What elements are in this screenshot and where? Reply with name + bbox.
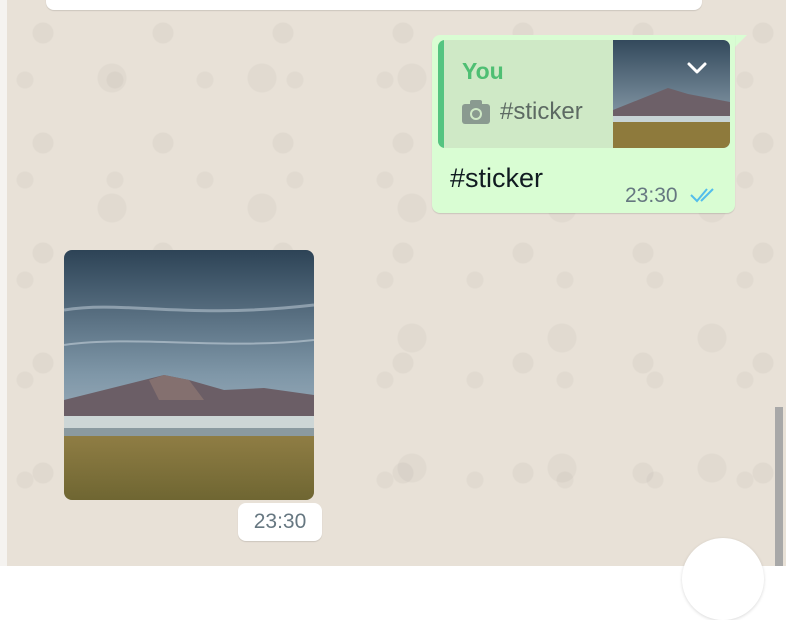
message-time: 23:30 (625, 184, 678, 207)
quote-image-thumbnail[interactable] (613, 40, 730, 148)
previous-message-bubble[interactable] (46, 0, 702, 10)
quote-author: You (462, 58, 504, 84)
sticker-time: 23:30 (238, 503, 322, 541)
double-check-icon (690, 188, 714, 203)
outgoing-bubble-tail (735, 35, 747, 47)
chat-left-border (0, 0, 7, 566)
quote-accent-bar (438, 40, 444, 148)
scrollbar-thumb[interactable] (775, 407, 783, 566)
quote-caption: #sticker (462, 98, 583, 126)
quote-text: #sticker (500, 98, 583, 125)
message-text: #sticker (450, 163, 544, 193)
outgoing-message-bubble[interactable]: You #sticker #sticker 23:30 (432, 35, 735, 213)
scroll-to-bottom-button[interactable] (682, 538, 764, 620)
chevron-down-icon[interactable] (684, 55, 710, 81)
sticker-image[interactable] (64, 250, 314, 500)
camera-icon (462, 100, 490, 124)
